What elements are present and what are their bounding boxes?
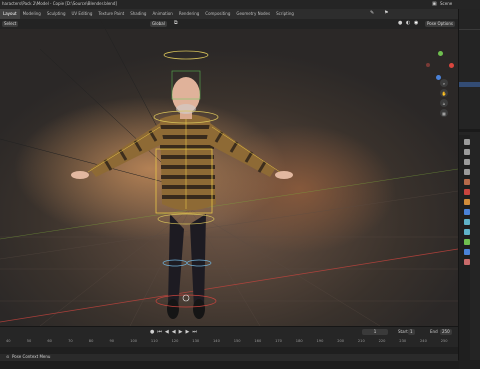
tab-texture-paint[interactable]: Texture Paint bbox=[95, 9, 127, 19]
tab-animation[interactable]: Animation bbox=[149, 9, 175, 19]
3d-viewport[interactable]: ⌕ ✋ ⌂ ▦ bbox=[0, 19, 458, 326]
y-axis-line bbox=[0, 168, 458, 240]
tab-shading[interactable]: Shading bbox=[127, 9, 149, 19]
frame-tick: 40 bbox=[6, 339, 11, 343]
frame-tick: 80 bbox=[88, 339, 94, 343]
gizmo-y-icon[interactable] bbox=[438, 51, 443, 56]
gizmo-x-icon[interactable] bbox=[449, 63, 454, 68]
frame-tick: 130 bbox=[192, 339, 200, 343]
workspace-tabs: Layout Modeling Sculpting UV Editing Texture… bbox=[0, 9, 480, 19]
view-layer-tab-icon[interactable] bbox=[464, 169, 470, 175]
frame-tick: 60 bbox=[47, 339, 52, 343]
frame-tick: 170 bbox=[275, 339, 282, 343]
character-model bbox=[71, 77, 293, 319]
tool-settings-icon[interactable]: ✎ bbox=[370, 10, 374, 16]
tab-sculpting[interactable]: Sculpting bbox=[44, 9, 69, 19]
material-tab-icon[interactable] bbox=[464, 259, 470, 265]
frame-tick: 70 bbox=[68, 339, 73, 343]
navigation-gizmo[interactable] bbox=[425, 51, 455, 81]
world-tab-icon[interactable] bbox=[464, 189, 470, 195]
properties-panel bbox=[458, 9, 480, 369]
workspace-tab-list: Layout Modeling Sculpting UV Editing Texture… bbox=[0, 9, 297, 19]
frame-tick: 240 bbox=[420, 339, 427, 343]
frame-tick: 50 bbox=[26, 339, 32, 343]
frame-tick: 110 bbox=[150, 339, 158, 343]
frame-tick: 100 bbox=[130, 339, 138, 343]
timeline: ● ⏮ ◀ ◀ ▶ ▶ ⏭ 1 Start 1 End 250 40 50 60 70… bbox=[0, 326, 458, 361]
outliner-selected-row[interactable] bbox=[459, 82, 480, 87]
frame-tick: 190 bbox=[316, 339, 324, 343]
frame-tick: 250 bbox=[440, 339, 448, 343]
outliner-divider bbox=[459, 29, 480, 30]
scene-icon: ▣ bbox=[432, 1, 437, 7]
frame-tick: 90 bbox=[109, 339, 115, 343]
tab-geometry-nodes[interactable]: Geometry Nodes bbox=[233, 9, 273, 19]
head-control bbox=[163, 50, 209, 60]
shading-material-icon[interactable]: ◐ bbox=[406, 20, 410, 26]
tab-scripting[interactable]: Scripting bbox=[273, 9, 297, 19]
perspective-toggle-icon[interactable]: ▦ bbox=[440, 109, 448, 117]
frame-tick: 180 bbox=[295, 339, 303, 343]
tab-uv-editing[interactable]: UV Editing bbox=[69, 9, 96, 19]
scene-tab-icon[interactable] bbox=[464, 179, 470, 185]
render-tab-icon[interactable] bbox=[464, 149, 470, 155]
bone-tab-icon[interactable] bbox=[464, 249, 470, 255]
mouse-icon: ⊙ bbox=[6, 354, 10, 359]
viewport-header: Select Global ⧉ ● ◐ ◉ Pose Options bbox=[0, 19, 458, 29]
tab-rendering[interactable]: Rendering bbox=[176, 9, 202, 19]
camera-view-icon[interactable]: ⌂ bbox=[440, 99, 448, 107]
frame-tick: 120 bbox=[171, 339, 179, 343]
data-tab-icon[interactable] bbox=[464, 239, 470, 245]
physics-tab-icon[interactable] bbox=[464, 229, 470, 235]
particles-tab-icon[interactable] bbox=[464, 219, 470, 225]
properties-tab-column bbox=[459, 135, 470, 369]
frame-tick: 200 bbox=[337, 339, 345, 343]
shading-rendered-icon[interactable]: ◉ bbox=[414, 20, 418, 26]
modifier-tab-icon[interactable] bbox=[464, 209, 470, 215]
timeline-track[interactable] bbox=[0, 347, 458, 354]
frame-tick: 160 bbox=[254, 339, 262, 343]
frame-tick: 210 bbox=[357, 339, 365, 343]
file-path: haracters\Pack 2\Model - Copie [D:\Sourc… bbox=[2, 1, 117, 6]
zoom-icon[interactable]: ⌕ bbox=[440, 79, 448, 87]
select-menu[interactable]: Select bbox=[2, 21, 19, 27]
object-tab-icon[interactable] bbox=[464, 199, 470, 205]
status-text: Pose Context Menu bbox=[12, 354, 51, 359]
panel-divider bbox=[459, 129, 480, 132]
frame-tick: 230 bbox=[399, 339, 407, 343]
frame-tick: 140 bbox=[213, 339, 220, 343]
scene-label[interactable]: Scene bbox=[440, 1, 452, 7]
frame-tick: 220 bbox=[378, 339, 386, 343]
tab-modeling[interactable]: Modeling bbox=[20, 9, 44, 19]
tab-compositing[interactable]: Compositing bbox=[202, 9, 233, 19]
tool-tab-icon[interactable] bbox=[464, 139, 470, 145]
frame-tick: 150 bbox=[233, 339, 241, 343]
floor-grid bbox=[0, 190, 458, 326]
title-bar: haracters\Pack 2\Model - Copie [D:\Sourc… bbox=[0, 0, 480, 9]
output-tab-icon[interactable] bbox=[464, 159, 470, 165]
x-axis-line bbox=[0, 248, 458, 323]
tab-layout[interactable]: Layout bbox=[0, 9, 20, 19]
pan-icon[interactable]: ✋ bbox=[440, 89, 448, 97]
3d-cursor bbox=[182, 294, 190, 302]
frame-ruler[interactable]: 40 50 60 70 80 90 100 110 120 130 140 150 160 170 180 1… bbox=[0, 327, 458, 347]
transform-orientation[interactable]: Global bbox=[150, 21, 167, 27]
gizmo-neg-x-icon[interactable] bbox=[426, 63, 430, 67]
overlay-icon[interactable]: ⚑ bbox=[384, 10, 388, 16]
pose-options[interactable]: Pose Options bbox=[425, 21, 455, 27]
viewport-scene bbox=[0, 19, 458, 326]
snap-icon[interactable]: ⧉ bbox=[174, 20, 178, 26]
shading-solid-icon[interactable]: ● bbox=[398, 20, 402, 26]
